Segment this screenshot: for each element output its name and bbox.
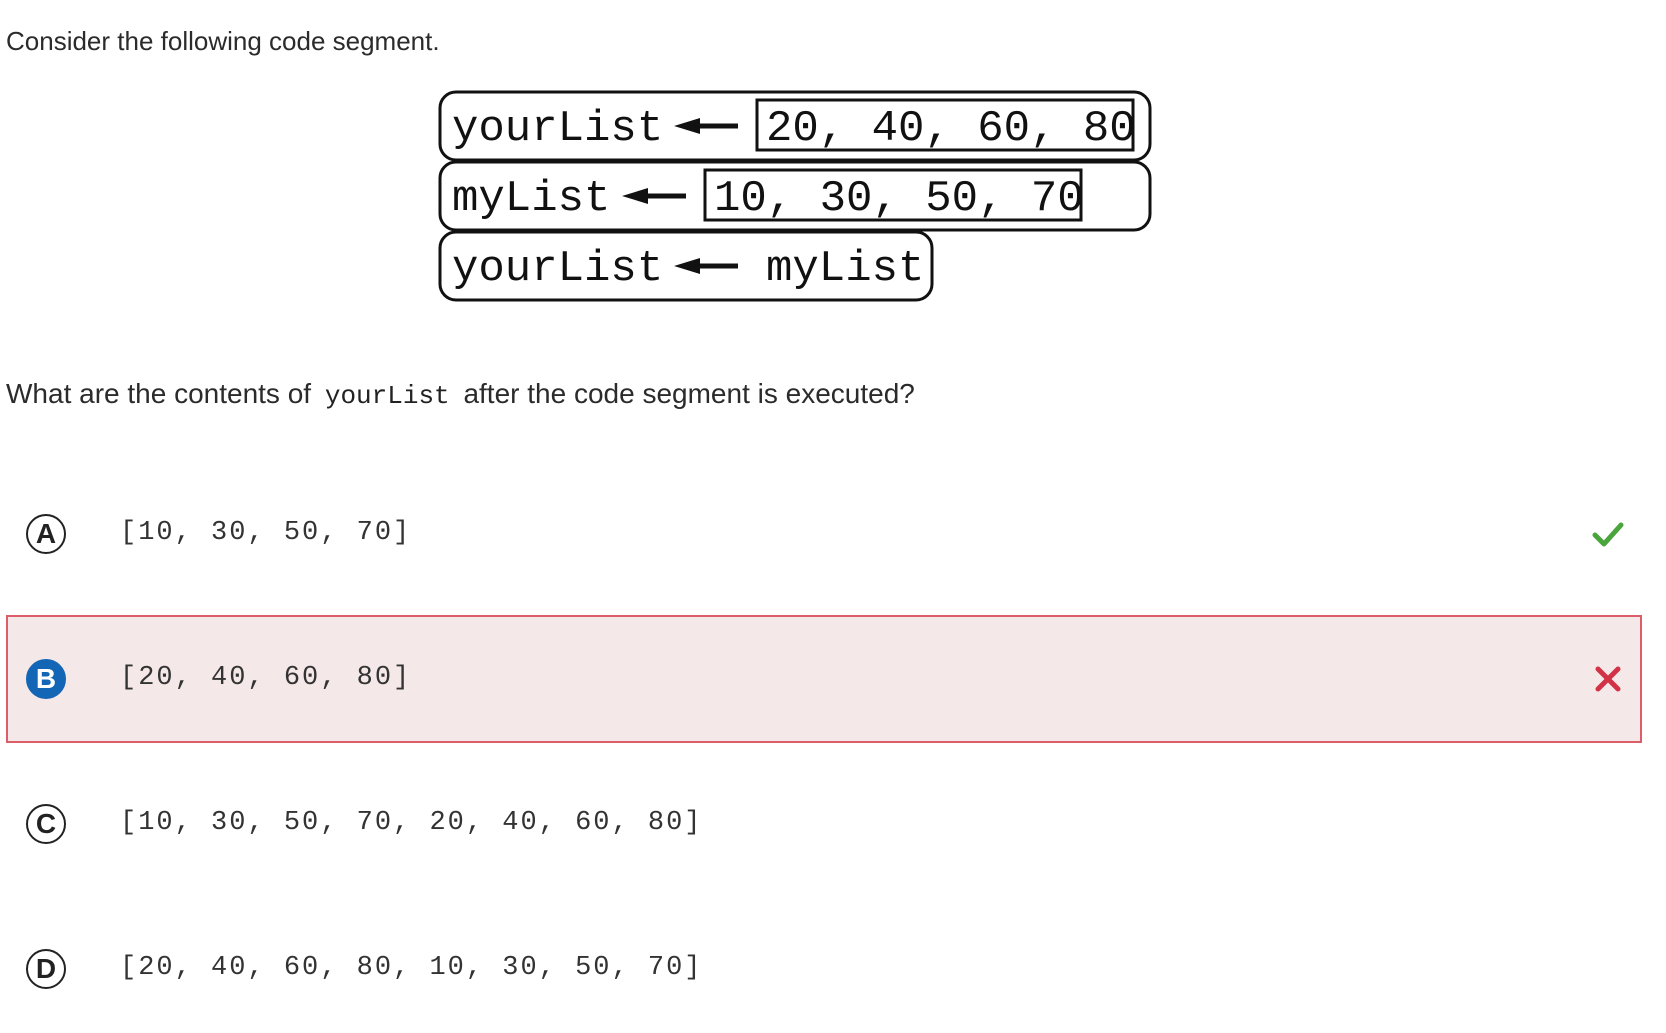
code-line-3-target: yourList (452, 244, 663, 294)
choice-d-text: [20, 40, 60, 80, 10, 30, 50, 70] (120, 953, 703, 983)
code-segment-diagram: yourList 20, 40, 60, 80 myList 10, 30, 5… (438, 90, 1152, 302)
choice-a[interactable]: A [10, 30, 50, 70] (6, 470, 1642, 598)
question-intro: Consider the following code segment. (6, 26, 440, 56)
choice-c-letter-badge: C (26, 804, 66, 844)
code-line-2-target: myList (452, 174, 610, 224)
choice-c-text: [10, 30, 50, 70, 20, 40, 60, 80] (120, 808, 703, 838)
choice-a-letter-badge: A (26, 514, 66, 554)
incorrect-x-icon (1595, 666, 1621, 692)
choice-b[interactable]: B [20, 40, 60, 80] (6, 615, 1642, 743)
code-line-2-value: 10, 30, 50, 70 (714, 174, 1084, 224)
code-line-1-target: yourList (452, 104, 663, 154)
correct-check-icon (1592, 522, 1624, 547)
choice-b-letter-badge: B (26, 659, 66, 699)
choice-d[interactable]: D [20, 40, 60, 80, 10, 30, 50, 70] (6, 905, 1642, 1033)
choice-d-letter-badge: D (26, 949, 66, 989)
question-prompt: What are the contents of yourList after … (6, 378, 915, 411)
code-line-1-value: 20, 40, 60, 80 (766, 104, 1136, 154)
prompt-text-after: after the code segment is executed? (463, 378, 915, 409)
code-line-3-value: myList (766, 244, 924, 294)
choice-c[interactable]: C [10, 30, 50, 70, 20, 40, 60, 80] (6, 760, 1642, 888)
choice-b-text: [20, 40, 60, 80] (120, 663, 412, 693)
prompt-code: yourList (324, 381, 450, 411)
choice-a-text: [10, 30, 50, 70] (120, 518, 412, 548)
prompt-text-before: What are the contents of (6, 378, 312, 409)
